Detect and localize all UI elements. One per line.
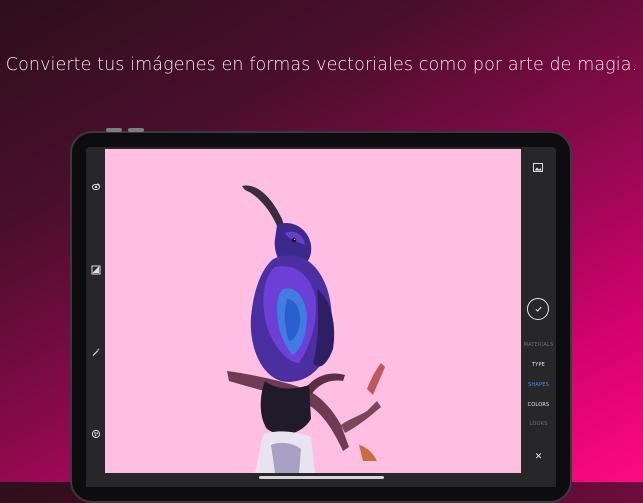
magic-wand-icon[interactable] — [86, 345, 105, 359]
confirm-button[interactable] — [527, 298, 549, 320]
headline: Convierte tus imágenes en formas vectori… — [5, 55, 638, 75]
hummingbird-vector-image — [227, 185, 385, 473]
menu-item-looks[interactable]: LOOKS — [521, 421, 556, 427]
checkmark-icon — [534, 306, 542, 312]
image-canvas[interactable] — [105, 149, 521, 473]
device-button — [128, 128, 144, 132]
home-indicator — [259, 476, 384, 479]
layers-edit-icon[interactable] — [86, 180, 105, 194]
menu-item-shapes[interactable]: SHAPES — [521, 382, 556, 388]
image-adjust-icon[interactable] — [86, 263, 105, 277]
right-panel: MATERIALS TYPE SHAPES COLORS LOOKS ✕ — [521, 147, 556, 487]
device-button — [106, 128, 122, 132]
menu-item-materials[interactable]: MATERIALS — [521, 342, 556, 348]
close-button[interactable]: ✕ — [521, 451, 556, 462]
app-screen: MATERIALS TYPE SHAPES COLORS LOOKS ✕ — [86, 147, 556, 487]
menu-item-colors[interactable]: COLORS — [521, 402, 556, 408]
menu-item-type[interactable]: TYPE — [521, 362, 556, 368]
image-icon[interactable] — [533, 159, 543, 177]
color-palette-icon[interactable] — [86, 427, 105, 441]
